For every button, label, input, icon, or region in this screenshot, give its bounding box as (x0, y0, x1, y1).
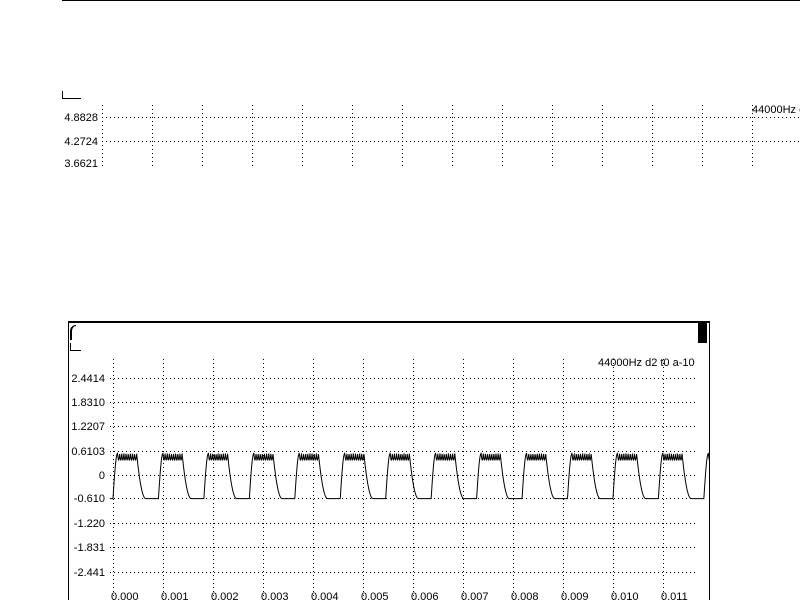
y-tick-label: -2.441 (74, 567, 105, 579)
y-tick-label: -1.831 (74, 542, 105, 554)
x-tick-label: 0.002 (211, 591, 239, 600)
x-tick-label: 0.000 (111, 591, 139, 600)
top-y-tick-2: 4.2724 (64, 136, 98, 148)
screen: 4.8828 4.2724 3.6621 44000Hz c 44000Hz d… (0, 0, 800, 600)
window-top-edge (62, 0, 800, 1)
x-tick-label: 0.003 (261, 591, 289, 600)
y-tick-label: 1.8310 (71, 397, 105, 409)
plot-grid (110, 359, 698, 600)
y-tick-label: 1.2207 (71, 421, 105, 433)
x-tick-label: 0.001 (161, 591, 189, 600)
y-tick-label: 0.6103 (71, 446, 105, 458)
top-grid (102, 105, 800, 168)
bottom-plot-window[interactable]: 44000Hz d2 t0 a-10 2.4414 1.8310 1.2207 0.6… (68, 321, 710, 600)
y-tick-label: -0.610 (74, 493, 105, 505)
top-y-tick-1: 4.8828 (64, 112, 98, 124)
x-tick-label: 0.006 (411, 591, 439, 600)
y-tick-label: -1.220 (74, 518, 105, 530)
x-tick-label: 0.008 (511, 591, 539, 600)
x-tick-label: 0.009 (561, 591, 589, 600)
waveform-plot: 44000Hz d2 t0 a-10 2.4414 1.8310 1.2207 0.6… (71, 357, 710, 600)
x-tick-label: 0.007 (461, 591, 489, 600)
x-tick-label: 0.010 (611, 591, 639, 600)
y-tick-label: 0 (99, 470, 105, 482)
top-y-tick-3: 3.6621 (64, 158, 98, 168)
top-plot-area: 4.8828 4.2724 3.6621 44000Hz c (64, 104, 800, 168)
x-tick-label: 0.004 (311, 591, 339, 600)
top-plot-window[interactable]: 4.8828 4.2724 3.6621 44000Hz c (60, 88, 800, 168)
top-info-label: 44000Hz c (752, 104, 800, 116)
x-tick-label: 0.011 (661, 591, 688, 600)
x-tick-label: 0.005 (361, 591, 389, 600)
plot-info-label: 44000Hz d2 t0 a-10 (598, 357, 695, 369)
y-tick-label: 2.4414 (71, 373, 105, 385)
